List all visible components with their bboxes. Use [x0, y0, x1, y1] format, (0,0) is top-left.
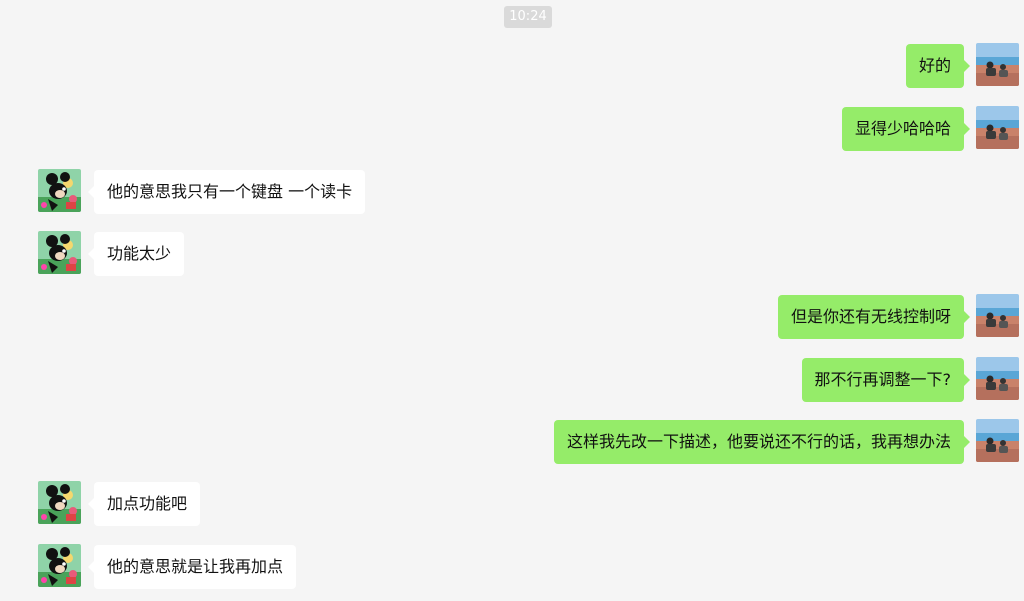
contact-avatar[interactable]: [38, 544, 81, 587]
message-timestamp: 10:24: [504, 6, 552, 28]
outgoing-message-bubble[interactable]: 但是你还有无线控制呀: [777, 295, 971, 339]
message-row: 功能太少: [0, 232, 1024, 278]
outgoing-message-bubble[interactable]: 那不行再调整一下?: [801, 358, 970, 402]
my-avatar[interactable]: [976, 106, 1019, 149]
my-avatar[interactable]: [976, 294, 1019, 337]
message-row: 但是你还有无线控制呀: [0, 295, 1024, 341]
outgoing-message-bubble[interactable]: 好的: [905, 44, 971, 88]
contact-avatar[interactable]: [38, 481, 81, 524]
contact-avatar[interactable]: [38, 169, 81, 212]
message-row: 他的意思就是让我再加点: [0, 545, 1024, 591]
my-avatar[interactable]: [976, 357, 1019, 400]
incoming-message-bubble[interactable]: 加点功能吧: [87, 482, 201, 526]
outgoing-message-bubble[interactable]: 这样我先改一下描述，他要说还不行的话，我再想办法: [553, 420, 971, 464]
message-row: 这样我先改一下描述，他要说还不行的话，我再想办法: [0, 420, 1024, 466]
incoming-message-bubble[interactable]: 功能太少: [87, 232, 185, 276]
message-row: 他的意思我只有一个键盘 一个读卡: [0, 170, 1024, 216]
message-row: 那不行再调整一下?: [0, 358, 1024, 404]
outgoing-message-bubble[interactable]: 显得少哈哈哈: [841, 107, 971, 151]
my-avatar[interactable]: [976, 419, 1019, 462]
message-row: 加点功能吧: [0, 482, 1024, 528]
my-avatar[interactable]: [976, 43, 1019, 86]
contact-avatar[interactable]: [38, 231, 81, 274]
message-row: 显得少哈哈哈: [0, 107, 1024, 153]
incoming-message-bubble[interactable]: 他的意思我只有一个键盘 一个读卡: [87, 170, 366, 214]
message-row: 好的: [0, 44, 1024, 90]
incoming-message-bubble[interactable]: 他的意思就是让我再加点: [87, 545, 297, 589]
